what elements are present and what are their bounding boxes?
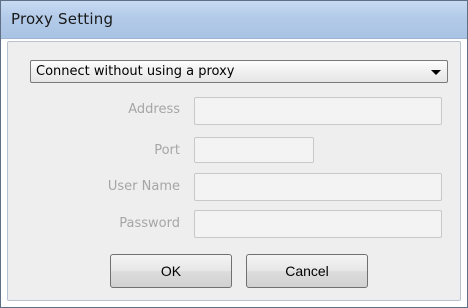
- address-field[interactable]: [194, 97, 442, 125]
- proxy-setting-dialog: Proxy Setting Connect without using a pr…: [0, 0, 468, 308]
- cancel-button[interactable]: Cancel: [246, 254, 368, 288]
- ok-button[interactable]: OK: [110, 254, 232, 288]
- chevron-down-icon: [431, 70, 441, 75]
- dialog-content: Connect without using a proxy Address Po…: [7, 41, 461, 301]
- password-label: Password: [119, 216, 180, 231]
- title-bar[interactable]: Proxy Setting: [1, 1, 467, 39]
- port-field[interactable]: [194, 137, 314, 163]
- username-label: User Name: [107, 179, 180, 194]
- proxy-mode-selected-value: Connect without using a proxy: [36, 64, 235, 79]
- username-field[interactable]: [194, 173, 442, 201]
- proxy-mode-dropdown[interactable]: Connect without using a proxy: [30, 60, 448, 83]
- window-title: Proxy Setting: [11, 10, 114, 28]
- address-label: Address: [128, 102, 180, 117]
- port-label: Port: [154, 143, 180, 158]
- password-field[interactable]: [194, 210, 442, 238]
